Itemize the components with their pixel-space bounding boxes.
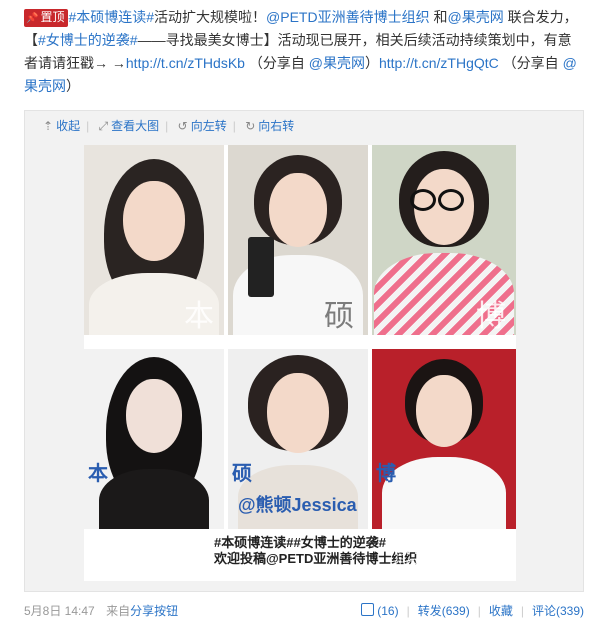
post-text-segment: （分享自	[244, 55, 309, 71]
divider: |	[86, 119, 90, 133]
banner-line: 欢迎投稿@PETD亚洲善待博士组织	[214, 551, 418, 566]
mention-link[interactable]: @果壳网	[448, 9, 504, 25]
favorite-button[interactable]: 收藏	[489, 604, 513, 618]
post-text-segment: 和	[429, 9, 448, 25]
post-text-segment: ）	[364, 55, 379, 71]
post-text: 📌 置顶 #本硕博连读#活动扩大规模啦！@PETD亚洲善待博士组织 和@果壳网 联合…	[24, 6, 584, 98]
photo-collage[interactable]: 本 硕 博 本 硕 博 @熊顿Jessica #本硕博连读##女博士的逆袭# 欢…	[84, 145, 516, 581]
comment-button[interactable]: 评论(339)	[532, 604, 584, 618]
collage-banner: #本硕博连读##女博士的逆袭# 欢迎投稿@PETD亚洲善待博士组织	[214, 535, 417, 567]
post-text-segment: 活动扩大规模啦！	[154, 9, 267, 25]
photo-6: 博	[372, 349, 516, 529]
divider: |	[406, 604, 410, 618]
photo-2: 硕	[228, 145, 368, 335]
url-link[interactable]: http://t.cn/zTHgQtC	[379, 55, 499, 71]
photo-caption-char: 博	[376, 463, 396, 485]
hashtag-link[interactable]: #本硕博连读#	[68, 9, 154, 25]
face-shape	[269, 173, 327, 247]
face-shape	[267, 373, 329, 453]
image-watermark: @PETD亚洲善待博士组织	[394, 543, 511, 571]
rotate-right-icon: ↻	[245, 119, 256, 133]
action-bar: (16) | 转发(639) | 收藏 | 评论(339)	[361, 602, 584, 619]
photo-1: 本	[84, 145, 224, 335]
phone-shape	[248, 237, 274, 297]
photo-4: 本	[84, 349, 224, 529]
thumbs-up-icon	[361, 603, 375, 616]
divider: |	[165, 119, 169, 133]
face-shape	[416, 375, 472, 447]
hashtag-link[interactable]: #女博士的逆袭#	[38, 32, 138, 48]
photo-3: 博	[372, 145, 516, 335]
view-large-icon: ⤢	[98, 119, 109, 133]
divider: |	[232, 119, 236, 133]
photo-name-label: @熊顿Jessica	[238, 495, 357, 515]
post-footer: 5月8日 14:47 来自分享按钮 (16) | 转发(639) | 收藏 | 评论(339…	[24, 602, 584, 619]
url-link[interactable]: http://t.cn/zTHdsKb	[126, 55, 245, 71]
rotate-left-icon: ↺	[177, 119, 188, 133]
like-button[interactable]: (16)	[361, 603, 399, 618]
photo-caption-char: 博	[476, 299, 506, 334]
mention-link[interactable]: @果壳网	[309, 55, 365, 71]
glasses-right	[438, 189, 464, 211]
collapse-button[interactable]: ⇡ 收起	[43, 119, 80, 133]
via-source-link[interactable]: 分享按钮	[130, 604, 178, 618]
photo-caption-char: 硕	[324, 299, 354, 334]
pin-icon: 📌	[26, 13, 39, 24]
collapse-icon: ⇡	[43, 119, 54, 133]
body-shape	[382, 457, 506, 529]
photo-caption-char: 硕	[232, 463, 252, 485]
glasses-left	[410, 189, 436, 211]
post-timestamp[interactable]: 5月8日 14:47	[24, 604, 95, 618]
face-shape	[123, 181, 185, 261]
photo-caption-char: 本	[184, 299, 214, 334]
mention-link[interactable]: @PETD亚洲善待博士组织	[266, 9, 430, 25]
repost-button[interactable]: 转发(639)	[418, 604, 470, 618]
media-toolbar: ⇡ 收起 | ⤢ 查看大图 | ↺ 向左转 | ↻ 向右转	[43, 117, 300, 137]
media-card: ⇡ 收起 | ⤢ 查看大图 | ↺ 向左转 | ↻ 向右转 本 硕 博 本 硕 …	[24, 110, 584, 592]
view-large-button[interactable]: ⤢ 查看大图	[99, 119, 160, 133]
rotate-right-button[interactable]: ↻ 向右转	[245, 119, 294, 133]
rotate-left-button[interactable]: ↺ 向左转	[178, 119, 227, 133]
post-text-segment: （分享自	[498, 55, 563, 71]
pinned-badge: 📌 置顶	[24, 9, 69, 27]
photo-caption-char: 本	[88, 463, 108, 485]
banner-line: #本硕博连读##女博士的逆袭#	[214, 535, 386, 550]
divider: |	[520, 604, 524, 618]
body-shape	[99, 469, 209, 529]
post-text-segment: ）	[66, 78, 80, 94]
via-prefix: 来自	[106, 604, 131, 618]
face-shape	[126, 379, 182, 453]
divider: |	[477, 604, 481, 618]
